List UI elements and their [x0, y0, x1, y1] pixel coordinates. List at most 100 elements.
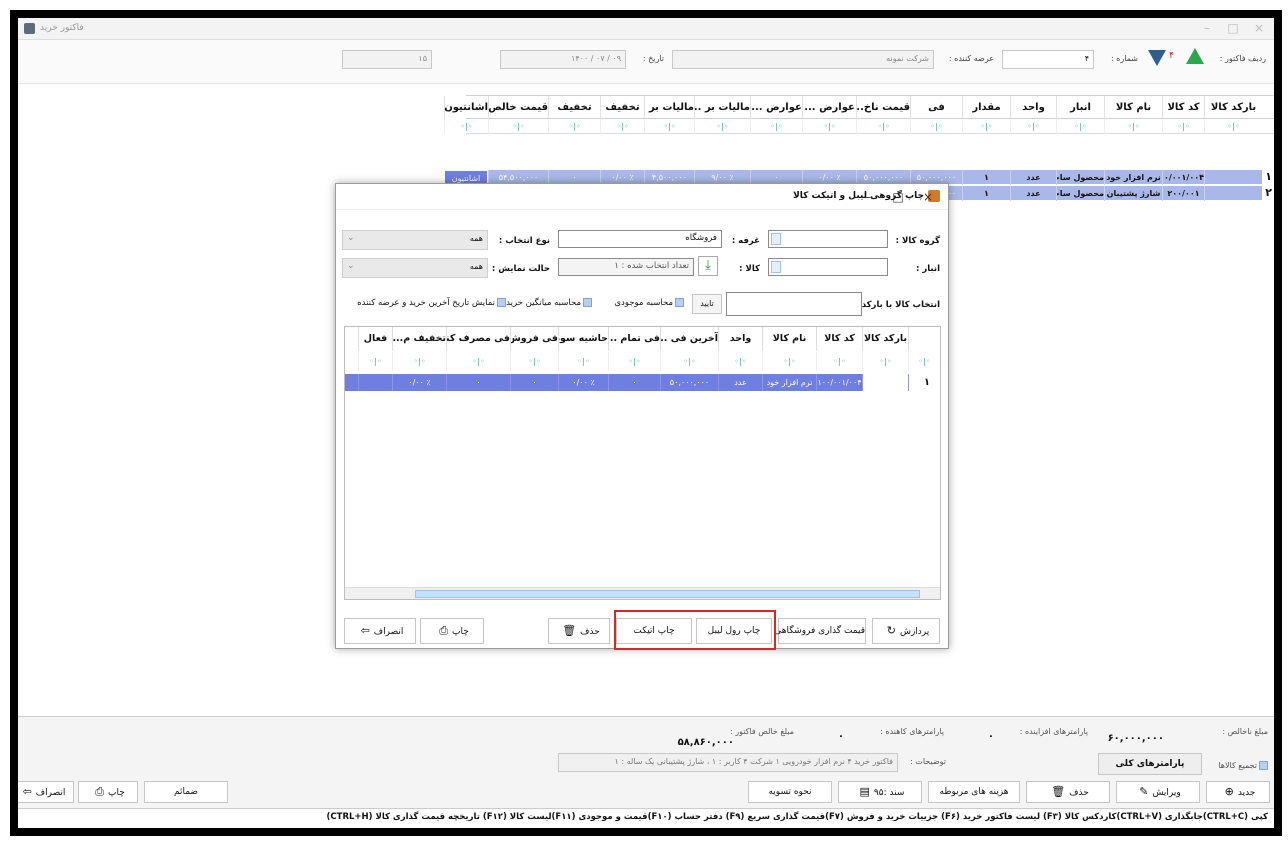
barcode-input[interactable]: [726, 292, 862, 316]
column-header[interactable]: نام کالا: [1104, 96, 1162, 120]
number-field[interactable]: ۴: [1002, 50, 1094, 69]
column-header[interactable]: مالیات بر ...: [644, 96, 694, 120]
date-field[interactable]: ۱۴۰۰ / ۰۷ / ۰۹: [500, 50, 626, 69]
column-header[interactable]: عوارض ...: [802, 96, 856, 120]
horizontal-scrollbar[interactable]: [345, 587, 940, 599]
column-header[interactable]: نام کالا: [762, 327, 816, 351]
column-header[interactable]: فی تمام ...: [608, 327, 660, 351]
delete-button[interactable]: حذف🗑: [1026, 781, 1110, 803]
filter-cell[interactable]: ◦|◦: [548, 119, 600, 134]
column-header[interactable]: مقدار: [962, 96, 1010, 120]
supplier-field[interactable]: شرکت نمونه: [672, 50, 934, 69]
next-arrow-icon[interactable]: [1186, 48, 1204, 64]
filter-cell[interactable]: ◦|◦: [762, 352, 816, 371]
column-header[interactable]: تخفیف: [600, 96, 644, 120]
close-button[interactable]: ×: [1248, 20, 1270, 36]
general-params-button[interactable]: پارامترهای کلی: [1098, 753, 1202, 775]
display-mode-dropdown[interactable]: همه ⌄: [342, 258, 488, 278]
document-button[interactable]: سند :۹۵▤: [838, 781, 922, 803]
filter-cell[interactable]: ◦|◦: [392, 352, 446, 371]
table-cell: محصول ساخت: [1056, 186, 1104, 201]
filter-cell[interactable]: ◦|◦: [862, 352, 908, 371]
dialog-maximize-button[interactable]: □: [890, 190, 906, 204]
column-header[interactable]: بارکد کالا: [862, 327, 908, 351]
filter-cell[interactable]: ◦|◦: [908, 352, 940, 371]
select-type-dropdown[interactable]: همه ⌄: [342, 230, 488, 250]
description-field[interactable]: فاکتور خرید ۴ نرم افزار خودرویی ۱ شرکت ۴…: [558, 753, 898, 772]
column-header[interactable]: واحد: [1010, 96, 1056, 120]
download-icon[interactable]: ⤓: [698, 256, 718, 276]
filter-cell[interactable]: ◦|◦: [718, 352, 762, 371]
filter-cell[interactable]: ◦|◦: [962, 119, 1010, 134]
filter-cell[interactable]: ◦|◦: [608, 352, 660, 371]
filter-cell[interactable]: ◦|◦: [910, 119, 962, 134]
column-header[interactable]: تخفیف: [548, 96, 600, 120]
filter-cell[interactable]: ◦|◦: [488, 119, 548, 134]
group-field[interactable]: [768, 230, 888, 248]
dialog-delete-button[interactable]: حذف🗑: [548, 618, 610, 644]
filter-cell[interactable]: ◦|◦: [446, 352, 510, 371]
filter-cell[interactable]: ◦|◦: [1010, 119, 1056, 134]
filter-cell[interactable]: ◦|◦: [750, 119, 802, 134]
column-header[interactable]: عوارض ...: [750, 96, 802, 120]
filter-cell[interactable]: ◦|◦: [600, 119, 644, 134]
column-header[interactable]: بارکد کالا: [1204, 96, 1262, 120]
calc-stock-checkbox[interactable]: محاسبه موجودی: [614, 298, 684, 308]
filter-cell[interactable]: ◦|◦: [1162, 119, 1204, 134]
minimize-button[interactable]: –: [1196, 20, 1218, 36]
store-pricing-button[interactable]: قیمت گذاری فروشگاهی: [774, 618, 866, 644]
filter-cell[interactable]: ◦|◦: [816, 352, 862, 371]
column-header[interactable]: قیمت ناخ...: [856, 96, 910, 120]
column-header[interactable]: مالیات بر ...: [694, 96, 750, 120]
column-header[interactable]: فی فروش: [510, 327, 558, 351]
calc-avg-checkbox[interactable]: محاسبه میانگین خرید: [506, 298, 592, 308]
filter-cell[interactable]: ◦|◦: [1204, 119, 1262, 134]
column-header[interactable]: حاشیه سود: [558, 327, 608, 351]
calc-stock-label: محاسبه موجودی: [614, 298, 673, 308]
process-button[interactable]: پردازش↻: [872, 618, 940, 644]
attachments-button[interactable]: ضمائم: [144, 781, 228, 803]
filter-cell[interactable]: ◦|◦: [660, 352, 718, 371]
store-field[interactable]: فروشگاه: [558, 230, 722, 248]
filter-cell[interactable]: ◦|◦: [644, 119, 694, 134]
maximize-button[interactable]: □: [1222, 20, 1244, 36]
sum-goods-checkbox[interactable]: تجمیع کالاها: [1218, 761, 1268, 770]
dialog-print-button[interactable]: چاپ⎙: [420, 618, 484, 644]
filter-cell[interactable]: ◦|◦: [856, 119, 910, 134]
column-header[interactable]: آخرین فی ...: [660, 327, 718, 351]
column-header[interactable]: کد کالا: [1162, 96, 1204, 120]
column-header[interactable]: فی: [910, 96, 962, 120]
column-header[interactable]: کد کالا: [816, 327, 862, 351]
column-header[interactable]: انبار: [1056, 96, 1104, 120]
dialog-close-button[interactable]: ×: [920, 190, 936, 204]
settlement-button[interactable]: نحوه تسویه: [748, 781, 832, 803]
warehouse-field[interactable]: [768, 258, 888, 276]
related-costs-button[interactable]: هزینه های مربوطه: [928, 781, 1020, 803]
print-button[interactable]: چاپ⎙: [78, 781, 138, 803]
prev-arrow-icon[interactable]: [1148, 50, 1166, 66]
filter-cell[interactable]: ◦|◦: [694, 119, 750, 134]
show-last-purchase-checkbox[interactable]: نمایش تاریخ آخرین خرید و عرضه کننده: [357, 298, 506, 308]
table-cell: عدد: [718, 374, 762, 391]
cancel-button[interactable]: انصراف⇦: [18, 781, 74, 803]
column-header[interactable]: [908, 327, 940, 351]
dialog-minimize-button[interactable]: –: [860, 190, 876, 204]
dialog-cancel-button[interactable]: انصراف⇦: [344, 618, 416, 644]
table-row[interactable]: ۱۰۰/۰۰۱/۰۰۴ نرم افزار خود عدد ۵۰,۰۰۰,۰۰۰ ۰ ٪ …: [345, 374, 940, 391]
filter-cell[interactable]: ◦|◦: [1104, 119, 1162, 134]
filter-cell[interactable]: ◦|◦: [1056, 119, 1104, 134]
column-header[interactable]: واحد: [718, 327, 762, 351]
edit-button[interactable]: ویرایش✎: [1116, 781, 1200, 803]
confirm-button[interactable]: تایید: [692, 294, 722, 314]
filter-cell[interactable]: ◦|◦: [802, 119, 856, 134]
column-header[interactable]: اشانتیون: [444, 96, 488, 120]
filter-cell[interactable]: ◦|◦: [510, 352, 558, 371]
filter-cell[interactable]: ◦|◦: [558, 352, 608, 371]
column-header[interactable]: تخفیف م...: [392, 327, 446, 351]
column-header[interactable]: فعال: [358, 327, 392, 351]
column-header[interactable]: قیمت خالص: [488, 96, 548, 120]
column-header[interactable]: فی مصرف کننده: [446, 327, 510, 351]
new-button[interactable]: جدید⊕: [1206, 781, 1270, 803]
filter-cell[interactable]: ◦|◦: [444, 119, 488, 134]
filter-cell[interactable]: ◦|◦: [358, 352, 392, 371]
